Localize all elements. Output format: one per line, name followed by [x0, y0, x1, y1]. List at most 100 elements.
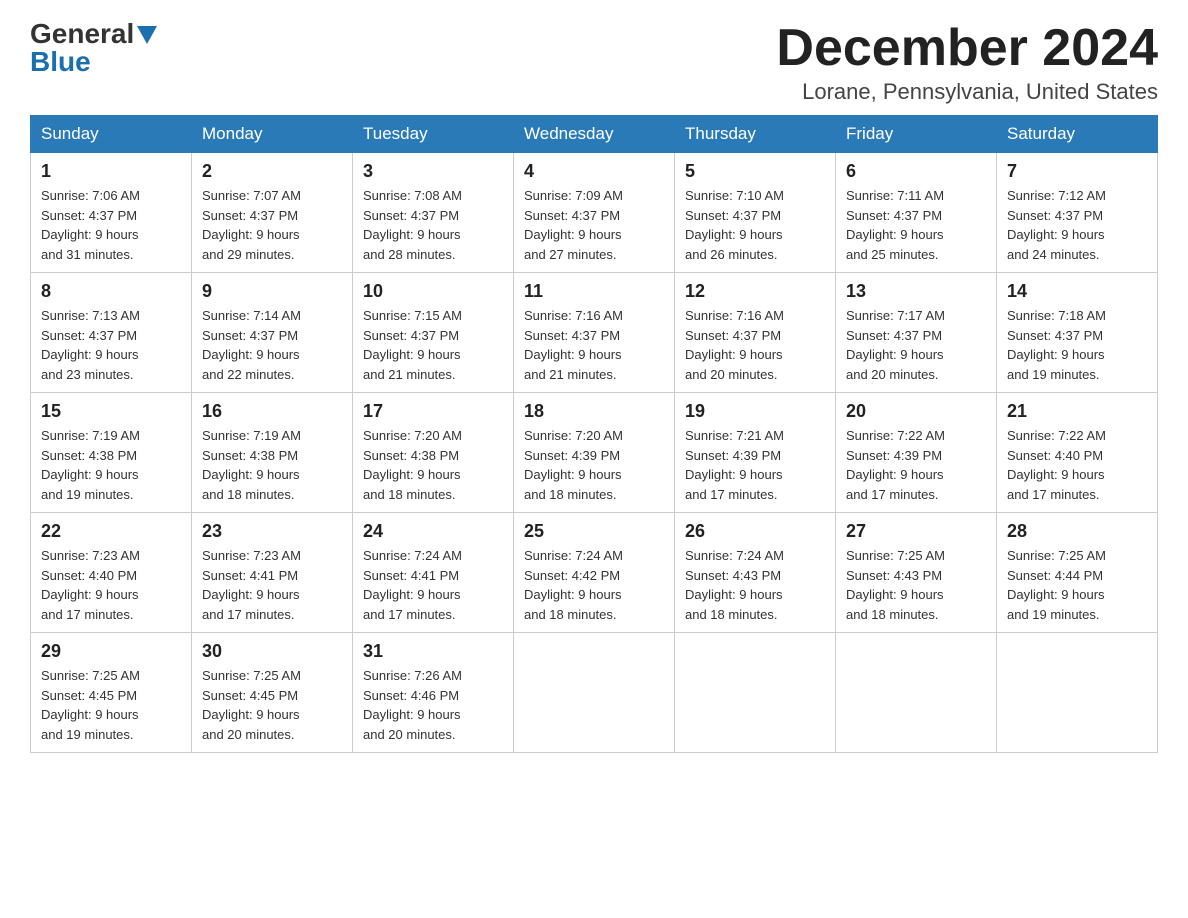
day-info: Sunrise: 7:22 AM Sunset: 4:40 PM Dayligh…: [1007, 428, 1106, 502]
day-cell: 24 Sunrise: 7:24 AM Sunset: 4:41 PM Dayl…: [353, 513, 514, 633]
day-number: 7: [1007, 161, 1147, 182]
calendar-table: SundayMondayTuesdayWednesdayThursdayFrid…: [30, 115, 1158, 753]
day-number: 30: [202, 641, 342, 662]
day-cell: 26 Sunrise: 7:24 AM Sunset: 4:43 PM Dayl…: [675, 513, 836, 633]
header-friday: Friday: [836, 116, 997, 153]
day-info: Sunrise: 7:19 AM Sunset: 4:38 PM Dayligh…: [202, 428, 301, 502]
day-cell: [836, 633, 997, 753]
day-number: 31: [363, 641, 503, 662]
day-info: Sunrise: 7:14 AM Sunset: 4:37 PM Dayligh…: [202, 308, 301, 382]
day-info: Sunrise: 7:20 AM Sunset: 4:39 PM Dayligh…: [524, 428, 623, 502]
day-cell: 1 Sunrise: 7:06 AM Sunset: 4:37 PM Dayli…: [31, 153, 192, 273]
logo: General Blue: [30, 20, 157, 76]
week-row-4: 22 Sunrise: 7:23 AM Sunset: 4:40 PM Dayl…: [31, 513, 1158, 633]
day-number: 18: [524, 401, 664, 422]
header-saturday: Saturday: [997, 116, 1158, 153]
day-cell: 4 Sunrise: 7:09 AM Sunset: 4:37 PM Dayli…: [514, 153, 675, 273]
day-info: Sunrise: 7:25 AM Sunset: 4:44 PM Dayligh…: [1007, 548, 1106, 622]
day-info: Sunrise: 7:07 AM Sunset: 4:37 PM Dayligh…: [202, 188, 301, 262]
day-number: 27: [846, 521, 986, 542]
day-cell: 29 Sunrise: 7:25 AM Sunset: 4:45 PM Dayl…: [31, 633, 192, 753]
header-thursday: Thursday: [675, 116, 836, 153]
day-number: 3: [363, 161, 503, 182]
day-number: 19: [685, 401, 825, 422]
day-cell: 12 Sunrise: 7:16 AM Sunset: 4:37 PM Dayl…: [675, 273, 836, 393]
day-number: 15: [41, 401, 181, 422]
day-number: 5: [685, 161, 825, 182]
day-info: Sunrise: 7:22 AM Sunset: 4:39 PM Dayligh…: [846, 428, 945, 502]
title-block: December 2024 Lorane, Pennsylvania, Unit…: [776, 20, 1158, 105]
day-info: Sunrise: 7:16 AM Sunset: 4:37 PM Dayligh…: [685, 308, 784, 382]
day-cell: 6 Sunrise: 7:11 AM Sunset: 4:37 PM Dayli…: [836, 153, 997, 273]
logo-general-line: General: [30, 20, 157, 48]
day-number: 22: [41, 521, 181, 542]
day-info: Sunrise: 7:11 AM Sunset: 4:37 PM Dayligh…: [846, 188, 944, 262]
day-number: 9: [202, 281, 342, 302]
day-info: Sunrise: 7:24 AM Sunset: 4:43 PM Dayligh…: [685, 548, 784, 622]
day-cell: 3 Sunrise: 7:08 AM Sunset: 4:37 PM Dayli…: [353, 153, 514, 273]
header-wednesday: Wednesday: [514, 116, 675, 153]
day-cell: 30 Sunrise: 7:25 AM Sunset: 4:45 PM Dayl…: [192, 633, 353, 753]
day-info: Sunrise: 7:23 AM Sunset: 4:41 PM Dayligh…: [202, 548, 301, 622]
day-number: 10: [363, 281, 503, 302]
day-info: Sunrise: 7:16 AM Sunset: 4:37 PM Dayligh…: [524, 308, 623, 382]
day-cell: 27 Sunrise: 7:25 AM Sunset: 4:43 PM Dayl…: [836, 513, 997, 633]
day-cell: 22 Sunrise: 7:23 AM Sunset: 4:40 PM Dayl…: [31, 513, 192, 633]
header-tuesday: Tuesday: [353, 116, 514, 153]
day-info: Sunrise: 7:25 AM Sunset: 4:43 PM Dayligh…: [846, 548, 945, 622]
day-info: Sunrise: 7:15 AM Sunset: 4:37 PM Dayligh…: [363, 308, 462, 382]
day-cell: 31 Sunrise: 7:26 AM Sunset: 4:46 PM Dayl…: [353, 633, 514, 753]
day-info: Sunrise: 7:06 AM Sunset: 4:37 PM Dayligh…: [41, 188, 140, 262]
day-info: Sunrise: 7:17 AM Sunset: 4:37 PM Dayligh…: [846, 308, 945, 382]
day-cell: 21 Sunrise: 7:22 AM Sunset: 4:40 PM Dayl…: [997, 393, 1158, 513]
day-info: Sunrise: 7:13 AM Sunset: 4:37 PM Dayligh…: [41, 308, 140, 382]
day-number: 2: [202, 161, 342, 182]
logo-general-text: General: [30, 18, 134, 49]
day-cell: 18 Sunrise: 7:20 AM Sunset: 4:39 PM Dayl…: [514, 393, 675, 513]
logo-triangle-icon: [137, 26, 157, 44]
day-number: 21: [1007, 401, 1147, 422]
day-number: 24: [363, 521, 503, 542]
day-cell: 8 Sunrise: 7:13 AM Sunset: 4:37 PM Dayli…: [31, 273, 192, 393]
header-sunday: Sunday: [31, 116, 192, 153]
day-cell: 20 Sunrise: 7:22 AM Sunset: 4:39 PM Dayl…: [836, 393, 997, 513]
day-cell: [514, 633, 675, 753]
week-row-2: 8 Sunrise: 7:13 AM Sunset: 4:37 PM Dayli…: [31, 273, 1158, 393]
day-info: Sunrise: 7:26 AM Sunset: 4:46 PM Dayligh…: [363, 668, 462, 742]
day-info: Sunrise: 7:21 AM Sunset: 4:39 PM Dayligh…: [685, 428, 784, 502]
header-row: SundayMondayTuesdayWednesdayThursdayFrid…: [31, 116, 1158, 153]
day-info: Sunrise: 7:24 AM Sunset: 4:42 PM Dayligh…: [524, 548, 623, 622]
logo-blue-text: Blue: [30, 46, 91, 77]
day-number: 16: [202, 401, 342, 422]
day-cell: 28 Sunrise: 7:25 AM Sunset: 4:44 PM Dayl…: [997, 513, 1158, 633]
day-cell: 7 Sunrise: 7:12 AM Sunset: 4:37 PM Dayli…: [997, 153, 1158, 273]
day-cell: 23 Sunrise: 7:23 AM Sunset: 4:41 PM Dayl…: [192, 513, 353, 633]
day-info: Sunrise: 7:20 AM Sunset: 4:38 PM Dayligh…: [363, 428, 462, 502]
week-row-1: 1 Sunrise: 7:06 AM Sunset: 4:37 PM Dayli…: [31, 153, 1158, 273]
day-cell: 15 Sunrise: 7:19 AM Sunset: 4:38 PM Dayl…: [31, 393, 192, 513]
day-number: 23: [202, 521, 342, 542]
week-row-5: 29 Sunrise: 7:25 AM Sunset: 4:45 PM Dayl…: [31, 633, 1158, 753]
day-cell: 11 Sunrise: 7:16 AM Sunset: 4:37 PM Dayl…: [514, 273, 675, 393]
location-title: Lorane, Pennsylvania, United States: [776, 79, 1158, 105]
day-info: Sunrise: 7:18 AM Sunset: 4:37 PM Dayligh…: [1007, 308, 1106, 382]
day-number: 26: [685, 521, 825, 542]
day-cell: [675, 633, 836, 753]
day-info: Sunrise: 7:08 AM Sunset: 4:37 PM Dayligh…: [363, 188, 462, 262]
day-number: 1: [41, 161, 181, 182]
day-info: Sunrise: 7:12 AM Sunset: 4:37 PM Dayligh…: [1007, 188, 1106, 262]
week-row-3: 15 Sunrise: 7:19 AM Sunset: 4:38 PM Dayl…: [31, 393, 1158, 513]
day-cell: 10 Sunrise: 7:15 AM Sunset: 4:37 PM Dayl…: [353, 273, 514, 393]
day-cell: 17 Sunrise: 7:20 AM Sunset: 4:38 PM Dayl…: [353, 393, 514, 513]
day-cell: 2 Sunrise: 7:07 AM Sunset: 4:37 PM Dayli…: [192, 153, 353, 273]
day-cell: 25 Sunrise: 7:24 AM Sunset: 4:42 PM Dayl…: [514, 513, 675, 633]
day-number: 25: [524, 521, 664, 542]
day-info: Sunrise: 7:25 AM Sunset: 4:45 PM Dayligh…: [41, 668, 140, 742]
day-number: 20: [846, 401, 986, 422]
page-header: General Blue December 2024 Lorane, Penns…: [30, 20, 1158, 105]
header-monday: Monday: [192, 116, 353, 153]
day-info: Sunrise: 7:23 AM Sunset: 4:40 PM Dayligh…: [41, 548, 140, 622]
day-info: Sunrise: 7:10 AM Sunset: 4:37 PM Dayligh…: [685, 188, 784, 262]
day-cell: 16 Sunrise: 7:19 AM Sunset: 4:38 PM Dayl…: [192, 393, 353, 513]
day-cell: 19 Sunrise: 7:21 AM Sunset: 4:39 PM Dayl…: [675, 393, 836, 513]
